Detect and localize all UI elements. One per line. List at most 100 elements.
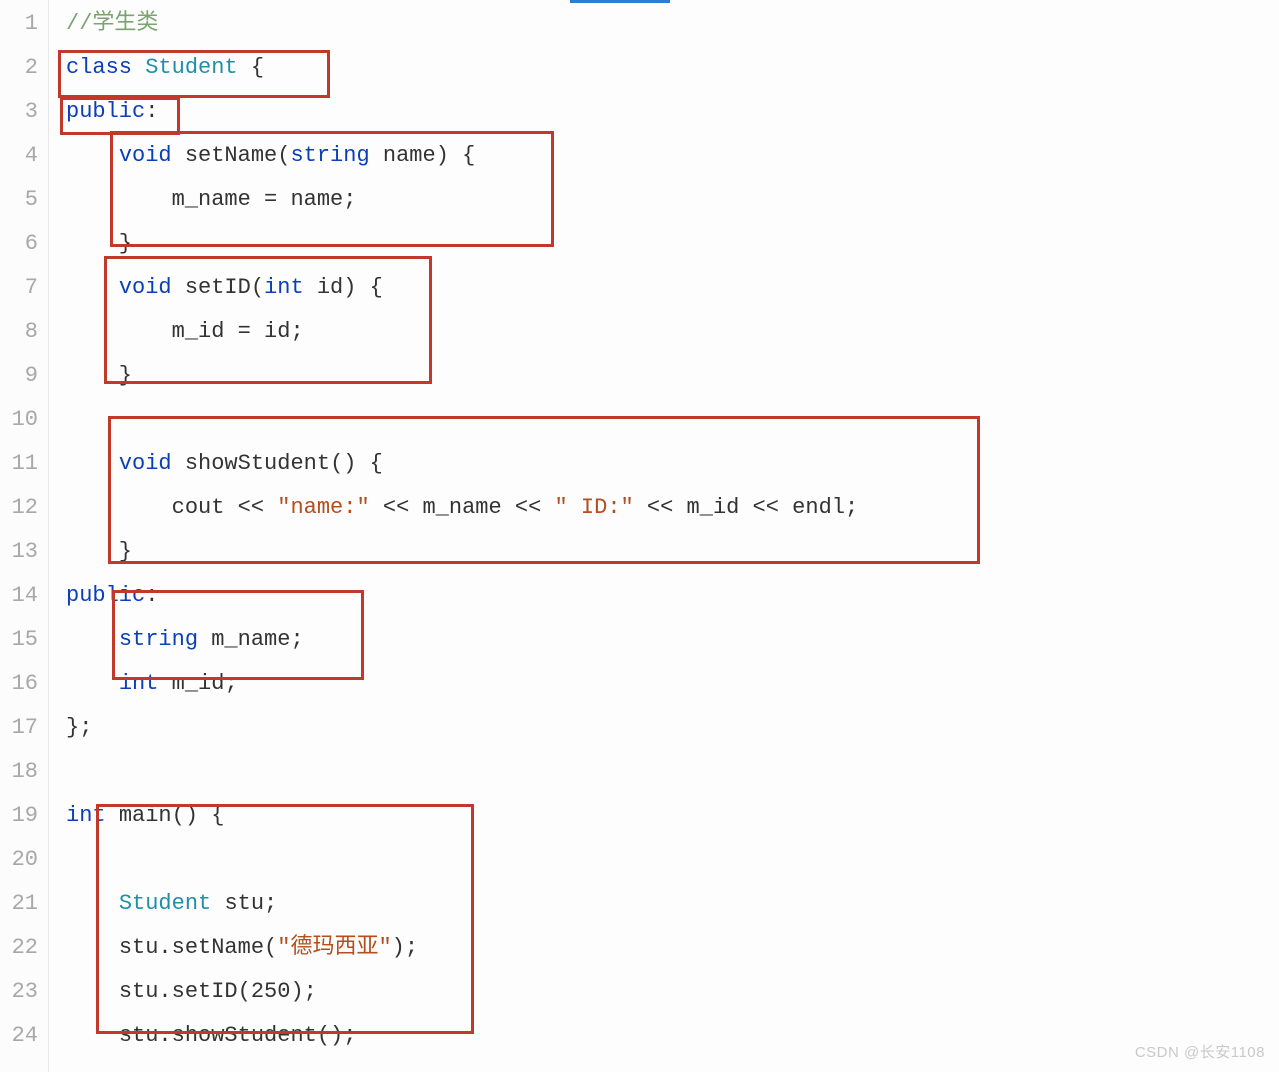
code-token: class <box>66 55 132 80</box>
code-content: void setID(int id) { <box>48 266 383 310</box>
code-content: stu.showStudent(); <box>48 1014 356 1058</box>
code-token: . <box>158 979 171 1004</box>
line-number: 16 <box>0 662 48 706</box>
code-line: 5 m_name = name; <box>0 178 1279 222</box>
line-number: 11 <box>0 442 48 486</box>
code-token: << <box>370 495 423 520</box>
code-token: ; <box>264 891 277 916</box>
code-token: ; <box>290 319 303 344</box>
line-number: 9 <box>0 354 48 398</box>
code-token: m_id <box>687 495 740 520</box>
code-token: ( <box>277 143 290 168</box>
code-token: void <box>119 143 172 168</box>
code-token <box>66 671 119 696</box>
code-line: 4 void setName(string name) { <box>0 134 1279 178</box>
code-line: 19int main() { <box>0 794 1279 838</box>
code-token: 250 <box>251 979 291 1004</box>
line-number: 20 <box>0 838 48 882</box>
code-line: 17}; <box>0 706 1279 750</box>
code-token: = <box>224 319 264 344</box>
code-token: int <box>264 275 304 300</box>
code-line: 1//学生类 <box>0 2 1279 46</box>
line-number: 17 <box>0 706 48 750</box>
code-token <box>172 275 185 300</box>
code-token: public <box>66 99 145 124</box>
code-token: stu <box>119 935 159 960</box>
code-token: showStudent <box>185 451 330 476</box>
code-content: m_id = id; <box>48 310 304 354</box>
code-token: m_name <box>211 627 290 652</box>
code-token: : <box>145 99 158 124</box>
code-token: m_name <box>422 495 501 520</box>
code-token <box>66 187 172 212</box>
code-token: name <box>383 143 436 168</box>
code-token: //学生类 <box>66 11 158 36</box>
code-token <box>172 143 185 168</box>
code-token: stu <box>119 1023 159 1048</box>
code-token <box>198 627 211 652</box>
code-token <box>66 627 119 652</box>
line-number: 19 <box>0 794 48 838</box>
code-line: 16 int m_id; <box>0 662 1279 706</box>
code-line: 18 <box>0 750 1279 794</box>
code-token <box>66 495 172 520</box>
code-token: << <box>634 495 687 520</box>
code-token: int <box>66 803 106 828</box>
code-token: (); <box>317 1023 357 1048</box>
code-token <box>211 891 224 916</box>
code-token: << <box>224 495 277 520</box>
code-token: showStudent <box>172 1023 317 1048</box>
csdn-watermark: CSDN @长安1108 <box>1135 1041 1265 1062</box>
code-line: 13 } <box>0 530 1279 574</box>
code-line: 6 } <box>0 222 1279 266</box>
code-token: ; <box>343 187 356 212</box>
code-token <box>66 143 119 168</box>
code-token: << <box>739 495 792 520</box>
code-line: 11 void showStudent() { <box>0 442 1279 486</box>
code-line: 20 <box>0 838 1279 882</box>
code-line: 14public: <box>0 574 1279 618</box>
code-content: } <box>48 530 132 574</box>
code-token <box>106 803 119 828</box>
line-number: 13 <box>0 530 48 574</box>
code-token: string <box>290 143 369 168</box>
line-number: 8 <box>0 310 48 354</box>
code-token: } <box>66 363 132 388</box>
line-number: 24 <box>0 1014 48 1058</box>
line-number: 18 <box>0 750 48 794</box>
code-line: 2class Student { <box>0 46 1279 90</box>
code-content: int main() { <box>48 794 224 838</box>
code-token: ( <box>238 979 251 1004</box>
line-number: 4 <box>0 134 48 178</box>
code-content: stu.setName("德玛西亚"); <box>48 926 418 970</box>
code-token: int <box>119 671 159 696</box>
code-line: 7 void setID(int id) { <box>0 266 1279 310</box>
code-content: } <box>48 222 132 266</box>
code-token: : <box>145 583 158 608</box>
code-token: { <box>238 55 264 80</box>
code-content: //学生类 <box>48 2 158 46</box>
code-content: public: <box>48 90 158 134</box>
code-content: public: <box>48 574 158 618</box>
code-line: 3public: <box>0 90 1279 134</box>
code-token: Student <box>119 891 211 916</box>
code-token: setName <box>172 935 264 960</box>
code-line: 10 <box>0 398 1279 442</box>
code-token <box>66 979 119 1004</box>
code-token: ) { <box>436 143 476 168</box>
code-token <box>66 319 172 344</box>
code-content: void setName(string name) { <box>48 134 475 178</box>
code-token <box>304 275 317 300</box>
code-editor: 1//学生类2class Student {3public:4 void set… <box>0 0 1279 1072</box>
line-number: 15 <box>0 618 48 662</box>
line-number: 7 <box>0 266 48 310</box>
code-line: 9 } <box>0 354 1279 398</box>
code-token: ; <box>224 671 237 696</box>
code-token <box>158 671 171 696</box>
code-token: m_id <box>172 319 225 344</box>
code-line: 24 stu.showStudent(); <box>0 1014 1279 1058</box>
code-token <box>66 451 119 476</box>
code-token: ( <box>264 935 277 960</box>
line-number: 3 <box>0 90 48 134</box>
line-number: 10 <box>0 398 48 442</box>
